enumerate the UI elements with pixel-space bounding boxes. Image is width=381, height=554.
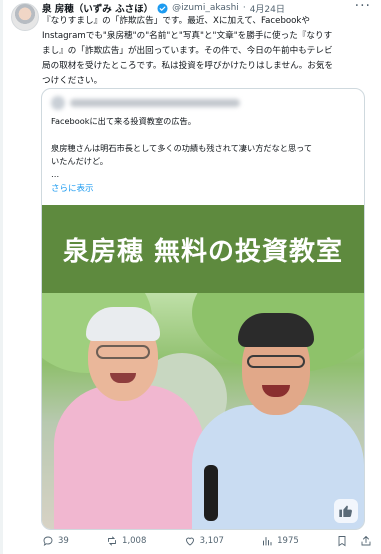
- tweet-header: 泉 房穂（いずみ ふさほ） @izumi_akashi · 4月24日: [42, 1, 285, 15]
- repost-button[interactable]: 1,008: [106, 535, 146, 547]
- views-count: 1975: [277, 536, 299, 546]
- author-avatar[interactable]: [11, 3, 39, 31]
- microphone: [204, 465, 218, 521]
- show-more-link[interactable]: さらに表示: [51, 182, 94, 194]
- quoted-line-1: Facebookに出て来る投資教室の広告。: [51, 116, 196, 126]
- action-bar: 39 1,008 3,107 1975: [42, 533, 372, 549]
- repost-icon: [108, 536, 116, 546]
- repost-count: 1,008: [122, 536, 147, 546]
- action-bar-right: [336, 535, 372, 547]
- author-name[interactable]: 泉 房穂（いずみ ふさほ）: [42, 1, 153, 15]
- quoted-ellipsis: …: [51, 169, 60, 179]
- quoted-line-3: いたんだけど。: [51, 156, 108, 166]
- separator: ·: [242, 3, 246, 13]
- tweet-text-line: まし』の「詐欺広告」が出回っています。その件で、今日の午前中もテレビ: [42, 46, 333, 56]
- verified-badge-icon: [157, 2, 168, 14]
- bookmark-icon[interactable]: [336, 535, 348, 547]
- quoted-post-header: Facebookに出て来る投資教室の広告。 泉房穂さんは明石市長として多くの功績…: [42, 89, 364, 205]
- author-handle[interactable]: @izumi_akashi: [172, 3, 239, 13]
- reply-count: 39: [58, 536, 69, 546]
- tweet-text-line: 局の取材を受けたところです。私は投資を呼びかけたりはしません。お気を: [42, 61, 334, 71]
- tweet-text: 『なりすまし』の「詐欺広告」です。最近、Xに加えて、Facebookや Inst…: [42, 14, 367, 89]
- thumbs-up-icon: [334, 499, 358, 523]
- post-date[interactable]: 4月24日: [250, 2, 285, 15]
- man-glasses: [247, 355, 305, 368]
- quoted-line-2: 泉房穂さんは明石市長として多くの功績も残されて凄い方だなと思って: [51, 143, 313, 153]
- like-button[interactable]: 3,107: [184, 535, 224, 547]
- older-man-hair: [86, 307, 160, 341]
- reply-icon: [43, 536, 53, 547]
- blurred-author-text: [70, 99, 240, 107]
- ad-banner: 泉房穂 無料の投資教室: [42, 205, 364, 293]
- blurred-avatar: [51, 96, 65, 110]
- quoted-post-card[interactable]: Facebookに出て来る投資教室の広告。 泉房穂さんは明石市長として多くの功績…: [41, 88, 365, 530]
- ad-banner-title: 泉房穂 無料の投資教室: [62, 236, 344, 267]
- share-icon[interactable]: [360, 535, 372, 547]
- older-man-shirt: [54, 385, 204, 529]
- tweet-text-line: 『なりすまし』の「詐欺広告」です。最近、Xに加えて、Facebookや: [42, 16, 310, 26]
- blurred-quoted-author: [51, 96, 240, 110]
- reply-button[interactable]: 39: [42, 535, 69, 547]
- like-count: 3,107: [199, 536, 224, 546]
- like-icon: [185, 537, 194, 546]
- man-hair: [238, 313, 314, 347]
- tweet-text-line: Instagramでも"泉房穂"の"名前"と"写真"と"文章"を勝手に使った『な…: [42, 31, 333, 41]
- views-button[interactable]: 1975: [261, 535, 299, 547]
- tweet[interactable]: 泉 房穂（いずみ ふさほ） @izumi_akashi · 4月24日 ··· …: [0, 0, 381, 554]
- views-icon: [263, 537, 272, 546]
- ad-photo[interactable]: [42, 293, 364, 529]
- older-man-glasses: [96, 345, 150, 359]
- more-icon[interactable]: ···: [355, 0, 371, 14]
- tweet-text-line: つけください。: [42, 76, 103, 86]
